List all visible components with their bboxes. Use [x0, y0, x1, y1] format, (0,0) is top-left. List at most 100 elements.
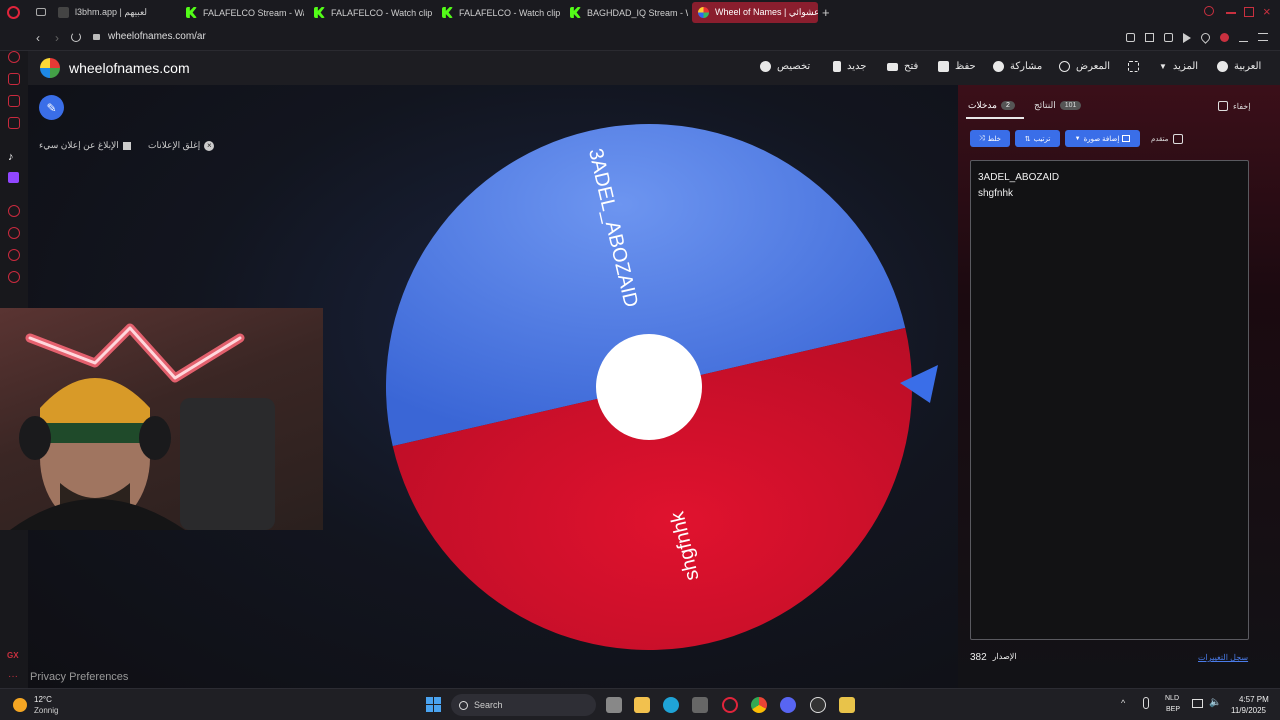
- sort-button[interactable]: ⇅ ترتيب: [1015, 130, 1060, 147]
- file-explorer-icon[interactable]: [634, 697, 650, 713]
- close-window-icon[interactable]: ×: [1263, 4, 1271, 19]
- more-dots-icon[interactable]: ···: [8, 671, 18, 682]
- play-icon[interactable]: [1183, 33, 1191, 43]
- tab-2[interactable]: FALAFELCO - Watch clips: [308, 2, 432, 23]
- shuffle-button[interactable]: ⤨ خلط: [970, 130, 1010, 147]
- nav-save[interactable]: حفظ: [938, 61, 976, 72]
- wheel[interactable]: 3ADEL_ABOZAIDshgfnhk: [378, 115, 938, 690]
- clock-date[interactable]: 11/9/2025: [1231, 706, 1266, 715]
- pin-icon[interactable]: [1126, 33, 1135, 42]
- windows-start-icon[interactable]: [426, 697, 441, 712]
- nav-language[interactable]: العربية: [1217, 61, 1261, 72]
- add-image-button[interactable]: ▼ إضافة صورة: [1065, 130, 1140, 147]
- opera-ai-icon[interactable]: [8, 51, 20, 63]
- nav-save-label: حفظ: [955, 61, 976, 72]
- site-logo-text[interactable]: wheelofnames.com: [69, 60, 190, 76]
- nav-share[interactable]: مشاركة: [993, 61, 1042, 72]
- tab-1[interactable]: FALAFELCO Stream - Wat: [180, 2, 304, 23]
- gx-icon[interactable]: GX: [7, 651, 19, 660]
- folder-icon: [887, 62, 898, 71]
- workspaces-icon[interactable]: [8, 73, 20, 85]
- news-icon[interactable]: [8, 117, 20, 129]
- nav-customize[interactable]: تخصيص: [760, 61, 810, 72]
- whatsapp-icon[interactable]: [8, 249, 20, 261]
- search-icon: [1059, 61, 1070, 72]
- advanced-checkbox[interactable]: [1173, 134, 1184, 144]
- tab-title: Wheel of Names | عشوائي: [715, 7, 818, 17]
- new-tab-icon[interactable]: +: [822, 5, 830, 20]
- entries-textarea[interactable]: 3ADEL_ABOZAID shgfnhk: [970, 160, 1249, 640]
- nav-more[interactable]: ▼ المزيد: [1159, 61, 1198, 72]
- site-logo-icon[interactable]: [40, 58, 60, 78]
- new-file-icon: [833, 61, 841, 72]
- advanced-label: متقدم: [1151, 136, 1169, 143]
- messenger-icon[interactable]: [8, 95, 20, 107]
- app-icon[interactable]: [839, 697, 855, 713]
- language-top[interactable]: NLD: [1165, 695, 1179, 702]
- nav-new[interactable]: جديد: [833, 61, 866, 72]
- hide-checkbox[interactable]: [1218, 101, 1228, 111]
- chevron-down-icon: ▼: [1074, 135, 1081, 142]
- version-number: 382: [970, 652, 987, 663]
- task-view-icon[interactable]: [606, 697, 622, 713]
- nav-gallery[interactable]: المعرض: [1059, 61, 1110, 72]
- menu-icon[interactable]: [1258, 33, 1268, 41]
- nav-fullscreen[interactable]: [1128, 61, 1139, 72]
- nav-customize-label: تخصيص: [777, 61, 811, 72]
- windows-taskbar: 12°C Zonnig Search ^ NLD BEP 🔈 4:57 PM 1…: [0, 688, 1280, 720]
- kick-icon: [570, 7, 581, 18]
- report-ad-link[interactable]: الإبلاغ عن إعلان سيء: [39, 140, 131, 151]
- maximize-icon[interactable]: [1244, 7, 1254, 17]
- forward-icon[interactable]: ›: [55, 31, 59, 45]
- tab-4[interactable]: BAGHDAD_IQ Stream - W: [564, 2, 688, 23]
- snapshot-icon[interactable]: [1145, 33, 1154, 42]
- obs-icon[interactable]: [810, 697, 826, 713]
- tiktok-icon[interactable]: ♪: [8, 151, 14, 163]
- profile-icon[interactable]: [1220, 33, 1229, 42]
- entries-panel: إخفاء النتائج 101 مدخلات 2 ⤨ خلط ⇅ ترتيب…: [958, 85, 1280, 688]
- tabs-overview-icon[interactable]: [36, 8, 46, 16]
- clock-time[interactable]: 4:57 PM: [1239, 695, 1269, 704]
- store-icon[interactable]: [692, 697, 708, 713]
- url-text[interactable]: wheelofnames.com/ar: [108, 31, 206, 42]
- sort-icon: ⇅: [1024, 135, 1031, 143]
- edit-pencil-button[interactable]: ✎: [39, 95, 64, 120]
- minimize-icon[interactable]: [1226, 12, 1236, 14]
- chevron-down-icon: ▼: [1159, 62, 1167, 71]
- results-label: النتائج: [1034, 100, 1056, 110]
- discord-icon[interactable]: [780, 697, 796, 713]
- network-icon[interactable]: [1192, 699, 1203, 708]
- microphone-icon[interactable]: [1143, 697, 1149, 709]
- volume-icon[interactable]: 🔈: [1209, 697, 1221, 708]
- history-icon[interactable]: [8, 227, 20, 239]
- settings-icon[interactable]: [8, 271, 20, 283]
- shield-icon[interactable]: [1164, 33, 1173, 42]
- opera-menu-icon[interactable]: [7, 6, 20, 19]
- edge-icon[interactable]: [663, 697, 679, 713]
- chrome-icon[interactable]: [751, 697, 767, 713]
- tab-3[interactable]: FALAFELCO - Watch clips: [436, 2, 560, 23]
- tab-0[interactable]: l3bhm.app | لعبيهم: [52, 2, 176, 23]
- privacy-preferences-link[interactable]: Privacy Preferences: [30, 671, 128, 683]
- weather-sun-icon[interactable]: [13, 698, 27, 712]
- language-bottom[interactable]: BEP: [1166, 706, 1180, 713]
- opera-gx-icon[interactable]: [722, 697, 738, 713]
- chevron-up-icon[interactable]: ^: [1121, 698, 1125, 708]
- search-tabs-icon[interactable]: [1204, 6, 1214, 16]
- back-icon[interactable]: ‹: [36, 31, 40, 45]
- wheel-center-button[interactable]: [596, 334, 702, 440]
- reload-icon[interactable]: [71, 32, 81, 42]
- heart-icon[interactable]: [1199, 31, 1212, 44]
- twitch-icon[interactable]: [8, 172, 19, 183]
- advanced-toggle[interactable]: متقدم: [1151, 134, 1184, 144]
- download-icon[interactable]: [1239, 33, 1248, 42]
- tab-entries[interactable]: مدخلات 2: [968, 100, 1015, 111]
- close-ads-button[interactable]: إغلق الإعلانات ×: [148, 140, 215, 151]
- nav-open[interactable]: فتح: [887, 61, 918, 72]
- changelog-link[interactable]: سجل التغييرات: [1198, 653, 1248, 662]
- player-icon[interactable]: [8, 205, 20, 217]
- tab-5[interactable]: Wheel of Names | عشوائي: [692, 2, 818, 23]
- tab-results[interactable]: النتائج 101: [1034, 100, 1082, 111]
- hide-toggle[interactable]: إخفاء: [1218, 101, 1250, 111]
- taskbar-search[interactable]: Search: [451, 694, 596, 716]
